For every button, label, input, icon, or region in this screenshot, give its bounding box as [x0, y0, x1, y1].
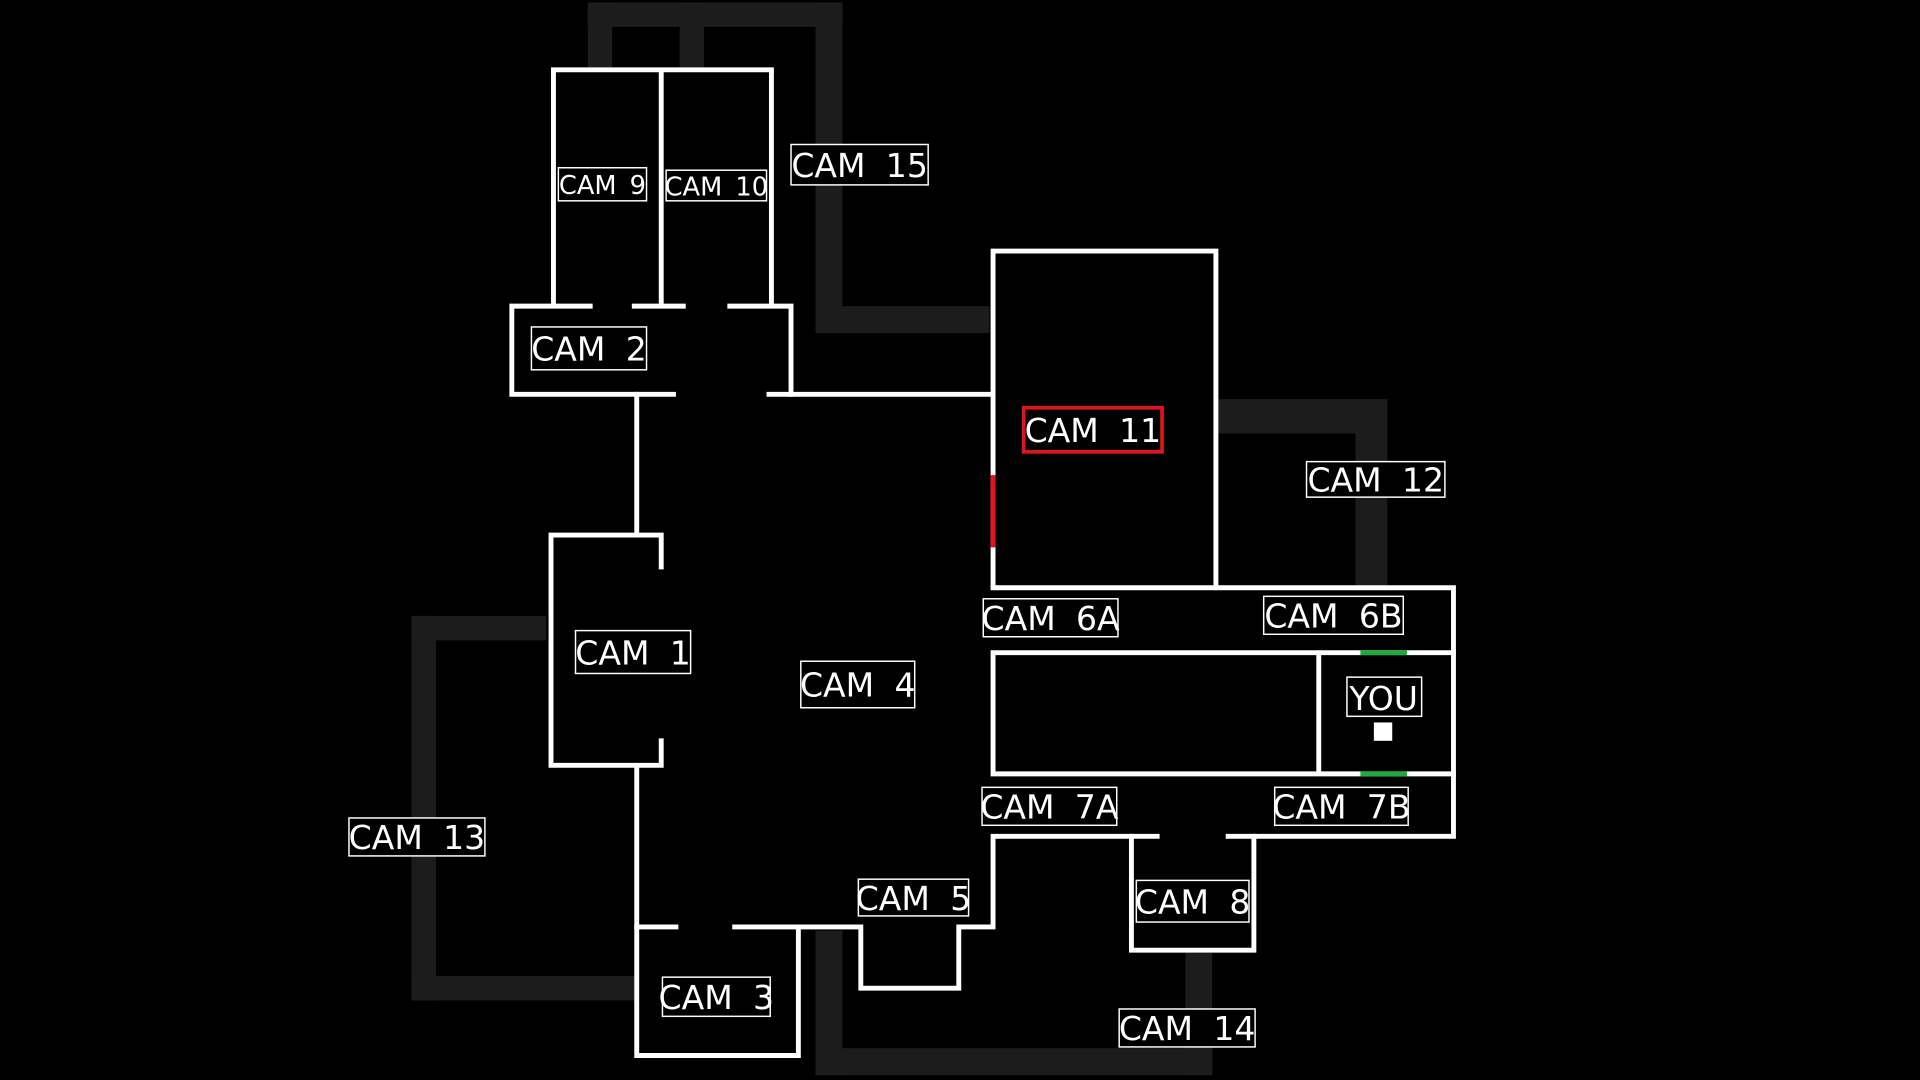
cam-12-label: CAM 12	[1307, 461, 1444, 500]
cam-13-label: CAM 13	[349, 818, 486, 857]
cam-7a-button[interactable]: CAM 7A	[980, 786, 1119, 827]
cam-10-label: CAM 10	[665, 172, 768, 202]
cam-6a-label: CAM 6A	[982, 599, 1121, 638]
cam-6a-button[interactable]: CAM 6A	[982, 598, 1121, 638]
cam-6b-button[interactable]: CAM 6B	[1262, 595, 1405, 636]
cam-11-label: CAM 11	[1025, 411, 1162, 450]
cam-2-label: CAM 2	[531, 330, 647, 369]
cam-7b-label: CAM 7B	[1272, 788, 1410, 827]
cam-8-label: CAM 8	[1135, 882, 1251, 921]
cam-14-label: CAM 14	[1119, 1009, 1256, 1048]
cam-15-label: CAM 15	[791, 146, 928, 185]
cam-3-label: CAM 3	[659, 978, 775, 1017]
cam-8-button[interactable]: CAM 8	[1135, 879, 1251, 923]
cam-5-button[interactable]: CAM 5	[856, 878, 972, 918]
cam-13-button[interactable]: CAM 13	[348, 817, 486, 857]
player-marker-icon	[1373, 722, 1393, 741]
cam-9-label: CAM 9	[559, 171, 646, 201]
cam-15-button[interactable]: CAM 15	[790, 143, 929, 186]
cam-4-label: CAM 4	[800, 666, 916, 705]
cam-11-button[interactable]: CAM 11	[1021, 405, 1164, 454]
cam-2-button[interactable]: CAM 2	[530, 326, 648, 371]
cam-7b-button[interactable]: CAM 7B	[1272, 786, 1411, 827]
cam-10-button[interactable]: CAM 10	[665, 169, 768, 202]
cam-1-button[interactable]: CAM 1	[574, 629, 692, 675]
player-label: YOU	[1348, 679, 1418, 718]
cam-4-button[interactable]: CAM 4	[800, 660, 916, 709]
player-location: YOU	[1346, 676, 1423, 741]
cam-12-button[interactable]: CAM 12	[1305, 461, 1446, 500]
cam-1-label: CAM 1	[575, 633, 691, 672]
cam-7a-label: CAM 7A	[980, 788, 1119, 827]
cam-9-button[interactable]: CAM 9	[557, 167, 648, 202]
walls	[509, 67, 1456, 1058]
cam-6b-label: CAM 6B	[1264, 597, 1402, 636]
cam-3-button[interactable]: CAM 3	[659, 976, 775, 1018]
cam-5-label: CAM 5	[856, 879, 972, 918]
camera-map: CAM 9 CAM 10 CAM 15 CAM 2 CAM 11 CAM 12 CAM 1 C…	[348, 2, 1456, 1076]
cam-14-button[interactable]: CAM 14	[1118, 1008, 1256, 1048]
